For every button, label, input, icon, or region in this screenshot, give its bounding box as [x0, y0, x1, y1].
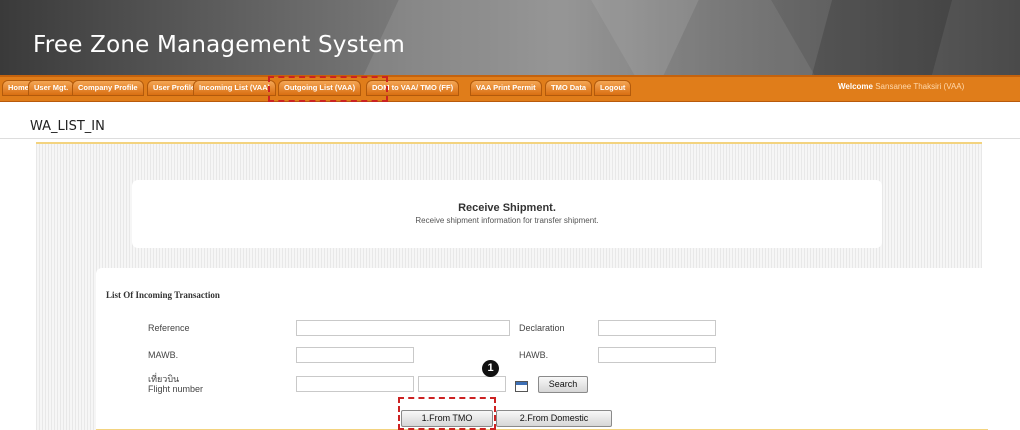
- nav-logout[interactable]: Logout: [594, 80, 632, 96]
- receive-shipment-box: Receive Shipment. Receive shipment infor…: [132, 180, 882, 248]
- receive-subtitle: Receive shipment information for transfe…: [415, 216, 599, 225]
- from-domestic-button[interactable]: 2.From Domestic: [496, 410, 612, 427]
- mawb-label: MAWB.: [148, 350, 179, 360]
- calendar-icon[interactable]: [515, 381, 528, 392]
- flight-number-input[interactable]: [296, 376, 414, 392]
- declaration-input[interactable]: [598, 320, 716, 336]
- divider: [0, 138, 1020, 139]
- flight-date-input[interactable]: [418, 376, 506, 392]
- main-nav: Home User Mgt. Company Profile User Prof…: [0, 75, 1020, 102]
- app-header: Free Zone Management System: [0, 0, 1020, 75]
- incoming-list-box: List Of Incoming Transaction Reference D…: [96, 268, 988, 430]
- nav-tmo-data[interactable]: TMO Data: [545, 80, 593, 96]
- main-panel: Receive Shipment. Receive shipment infor…: [36, 142, 988, 430]
- nav-incoming-list[interactable]: Incoming List (VAA): [193, 80, 277, 96]
- callout-highlight-incoming-tab: [268, 76, 388, 102]
- list-title: List Of Incoming Transaction: [106, 290, 220, 300]
- welcome-label: Welcome: [838, 82, 873, 91]
- flight-label: Flight number: [148, 384, 204, 394]
- reference-input[interactable]: [296, 320, 510, 336]
- nav-company-profile[interactable]: Company Profile: [72, 80, 144, 96]
- page-title: WA_LIST_IN: [30, 119, 105, 134]
- receive-title: Receive Shipment.: [458, 202, 556, 214]
- hawb-input[interactable]: [598, 347, 716, 363]
- nav-vaa-print-permit[interactable]: VAA Print Permit: [470, 80, 542, 96]
- hawb-label: HAWB.: [519, 350, 549, 360]
- welcome-user: Sansanee Thaksiri (VAA): [875, 82, 965, 91]
- reference-label: Reference: [148, 323, 190, 333]
- header-decoration: [807, 0, 953, 75]
- welcome-text: Welcome Sansanee Thaksiri (VAA): [838, 82, 964, 91]
- search-button[interactable]: Search: [538, 376, 588, 393]
- callout-highlight-from-tmo: [398, 397, 496, 430]
- declaration-label: Declaration: [519, 323, 565, 333]
- step-marker: 1: [482, 360, 499, 377]
- app-title: Free Zone Management System: [33, 32, 405, 58]
- mawb-input[interactable]: [296, 347, 414, 363]
- nav-user-mgt[interactable]: User Mgt.: [28, 80, 75, 96]
